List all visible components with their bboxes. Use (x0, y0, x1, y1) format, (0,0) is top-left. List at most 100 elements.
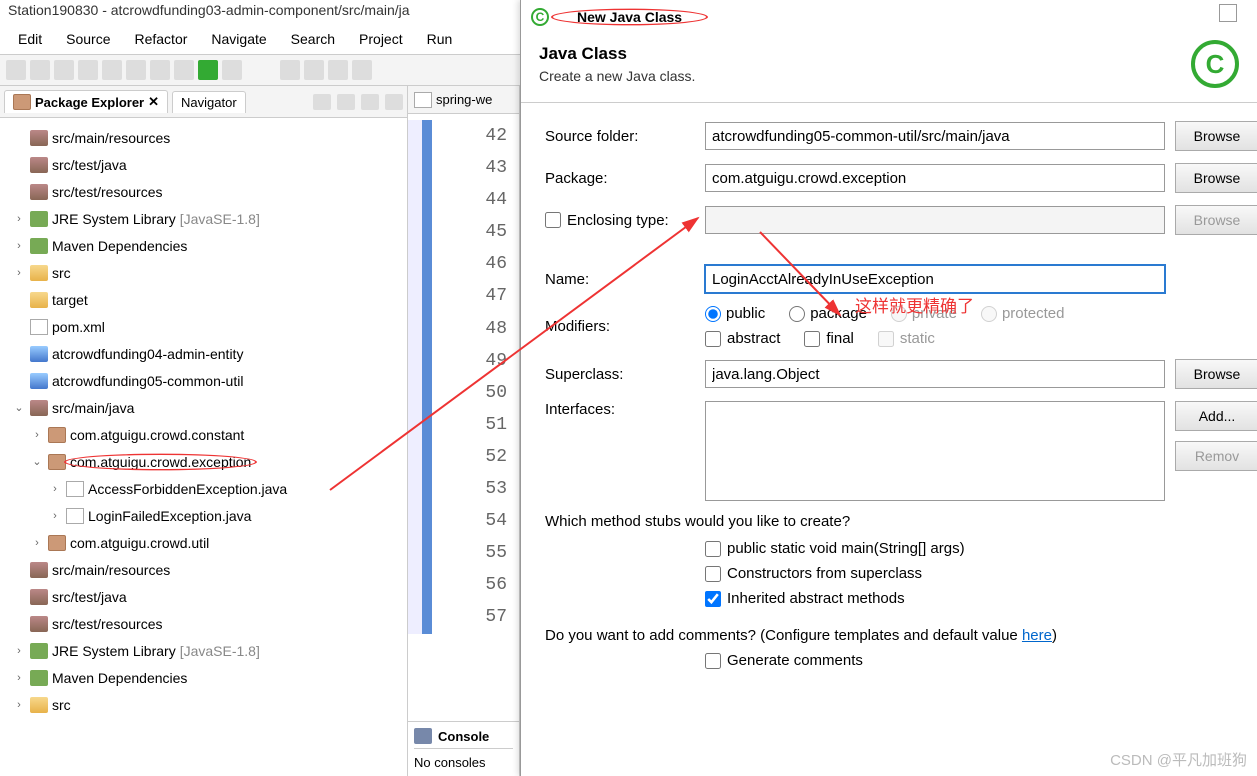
toolbar-icon[interactable] (280, 60, 300, 80)
add-interface-button[interactable]: Add... (1175, 401, 1257, 431)
tree-item[interactable]: ›com.atguigu.crowd.util (4, 529, 403, 556)
tree-item[interactable]: ⌄src/main/java (4, 394, 403, 421)
source-folder-input[interactable] (705, 122, 1165, 150)
tree-item[interactable]: src/main/resources (4, 124, 403, 151)
lib-icon (30, 211, 48, 227)
class-icon: C (531, 8, 549, 26)
menu-edit[interactable]: Edit (8, 29, 52, 49)
lib-icon (30, 238, 48, 254)
interfaces-list[interactable] (705, 401, 1165, 501)
editor-tab[interactable]: spring-we (408, 86, 519, 114)
save-all-icon[interactable] (30, 60, 50, 80)
modifier-protected: protected (981, 305, 1065, 322)
toolbar-icon[interactable] (54, 60, 74, 80)
project-tree[interactable]: src/main/resourcessrc/test/javasrc/test/… (0, 118, 407, 776)
package-icon (13, 94, 31, 110)
tree-item[interactable]: ›src (4, 691, 403, 718)
file-icon (66, 508, 84, 524)
tree-item[interactable]: pom.xml (4, 313, 403, 340)
console-empty-text: No consoles (414, 755, 486, 770)
modifier-abstract[interactable]: abstract (705, 330, 780, 347)
name-input[interactable] (705, 265, 1165, 293)
new-java-class-dialog: C New Java Class Java Class Create a new… (520, 0, 1257, 776)
tree-item[interactable]: ›com.atguigu.crowd.constant (4, 421, 403, 448)
tree-item[interactable]: atcrowdfunding05-common-util (4, 367, 403, 394)
source-folder-label: Source folder: (545, 128, 695, 145)
jar-icon (30, 616, 48, 632)
tree-item[interactable]: src/test/resources (4, 178, 403, 205)
jar-icon (30, 400, 48, 416)
package-input[interactable] (705, 164, 1165, 192)
menu-navigate[interactable]: Navigate (201, 29, 276, 49)
modifier-public[interactable]: public (705, 305, 765, 322)
superclass-input[interactable] (705, 360, 1165, 388)
collapse-icon[interactable] (313, 94, 331, 110)
toolbar-icon[interactable] (328, 60, 348, 80)
tree-item[interactable]: ›src (4, 259, 403, 286)
menu-run[interactable]: Run (417, 29, 463, 49)
modifiers-label: Modifiers: (545, 318, 695, 335)
console-view: Console No consoles (408, 721, 519, 776)
tree-item[interactable]: src/test/java (4, 151, 403, 178)
menu-source[interactable]: Source (56, 29, 120, 49)
tree-item[interactable]: target (4, 286, 403, 313)
tree-item[interactable]: ⌄com.atguigu.crowd.exception (4, 448, 403, 475)
toolbar-icon[interactable] (352, 60, 372, 80)
toolbar-icon[interactable] (304, 60, 324, 80)
stubs-question: Which method stubs would you like to cre… (545, 513, 1257, 530)
menu-refactor[interactable]: Refactor (124, 29, 197, 49)
jar-icon (30, 130, 48, 146)
tree-item[interactable]: ›Maven Dependencies (4, 664, 403, 691)
toolbar-icon[interactable] (78, 60, 98, 80)
enclosing-type-input (705, 206, 1165, 234)
stub-constructors[interactable]: Constructors from superclass (705, 565, 1257, 582)
menu-project[interactable]: Project (349, 29, 413, 49)
close-icon[interactable]: ✕ (148, 94, 159, 110)
comments-question: Do you want to add comments? (Configure … (545, 627, 1022, 644)
fld-icon (30, 697, 48, 713)
stub-main[interactable]: public static void main(String[] args) (705, 540, 1257, 557)
name-label: Name: (545, 271, 695, 288)
tree-item[interactable]: src/test/resources (4, 610, 403, 637)
tab-navigator[interactable]: Navigator (172, 91, 246, 113)
tree-item[interactable]: ›LoginFailedException.java (4, 502, 403, 529)
save-icon[interactable] (6, 60, 26, 80)
modifier-package[interactable]: package (789, 305, 867, 322)
generate-comments[interactable]: Generate comments (705, 652, 1257, 669)
tree-item[interactable]: atcrowdfunding04-admin-entity (4, 340, 403, 367)
browse-package-button[interactable]: Browse (1175, 163, 1257, 193)
class-big-icon: C (1191, 40, 1239, 88)
tree-item[interactable]: ›Maven Dependencies (4, 232, 403, 259)
file-icon (414, 92, 432, 108)
debug-icon[interactable] (174, 60, 194, 80)
jar-icon (30, 184, 48, 200)
remove-interface-button: Remov (1175, 441, 1257, 471)
stub-inherited[interactable]: Inherited abstract methods (705, 590, 1257, 607)
toolbar-icon[interactable] (126, 60, 146, 80)
menu-search[interactable]: Search (281, 29, 345, 49)
package-explorer-view: Package Explorer ✕ Navigator src/main/re… (0, 86, 408, 776)
maximize-icon[interactable] (1219, 4, 1237, 22)
enclosing-type-check[interactable]: Enclosing type: (545, 212, 695, 229)
toolbar-icon[interactable] (150, 60, 170, 80)
tree-item[interactable]: ›JRE System Library [JavaSE-1.8] (4, 637, 403, 664)
toolbar-icon[interactable] (222, 60, 242, 80)
configure-link[interactable]: here (1022, 627, 1052, 644)
browse-source-button[interactable]: Browse (1175, 121, 1257, 151)
jar-icon (30, 589, 48, 605)
lib-icon (30, 670, 48, 686)
tab-package-explorer[interactable]: Package Explorer ✕ (4, 90, 168, 113)
tree-item[interactable]: src/test/java (4, 583, 403, 610)
browse-superclass-button[interactable]: Browse (1175, 359, 1257, 389)
tree-item[interactable]: src/main/resources (4, 556, 403, 583)
minimize-icon[interactable] (385, 94, 403, 110)
line-gutter: 42434445464748495051525354555657 (408, 114, 519, 721)
tree-item[interactable]: ›AccessForbiddenException.java (4, 475, 403, 502)
menu-icon[interactable] (361, 94, 379, 110)
toolbar-icon[interactable] (102, 60, 122, 80)
link-icon[interactable] (337, 94, 355, 110)
pkg-icon (48, 427, 66, 443)
run-icon[interactable] (198, 60, 218, 80)
tree-item[interactable]: ›JRE System Library [JavaSE-1.8] (4, 205, 403, 232)
modifier-final[interactable]: final (804, 330, 854, 347)
